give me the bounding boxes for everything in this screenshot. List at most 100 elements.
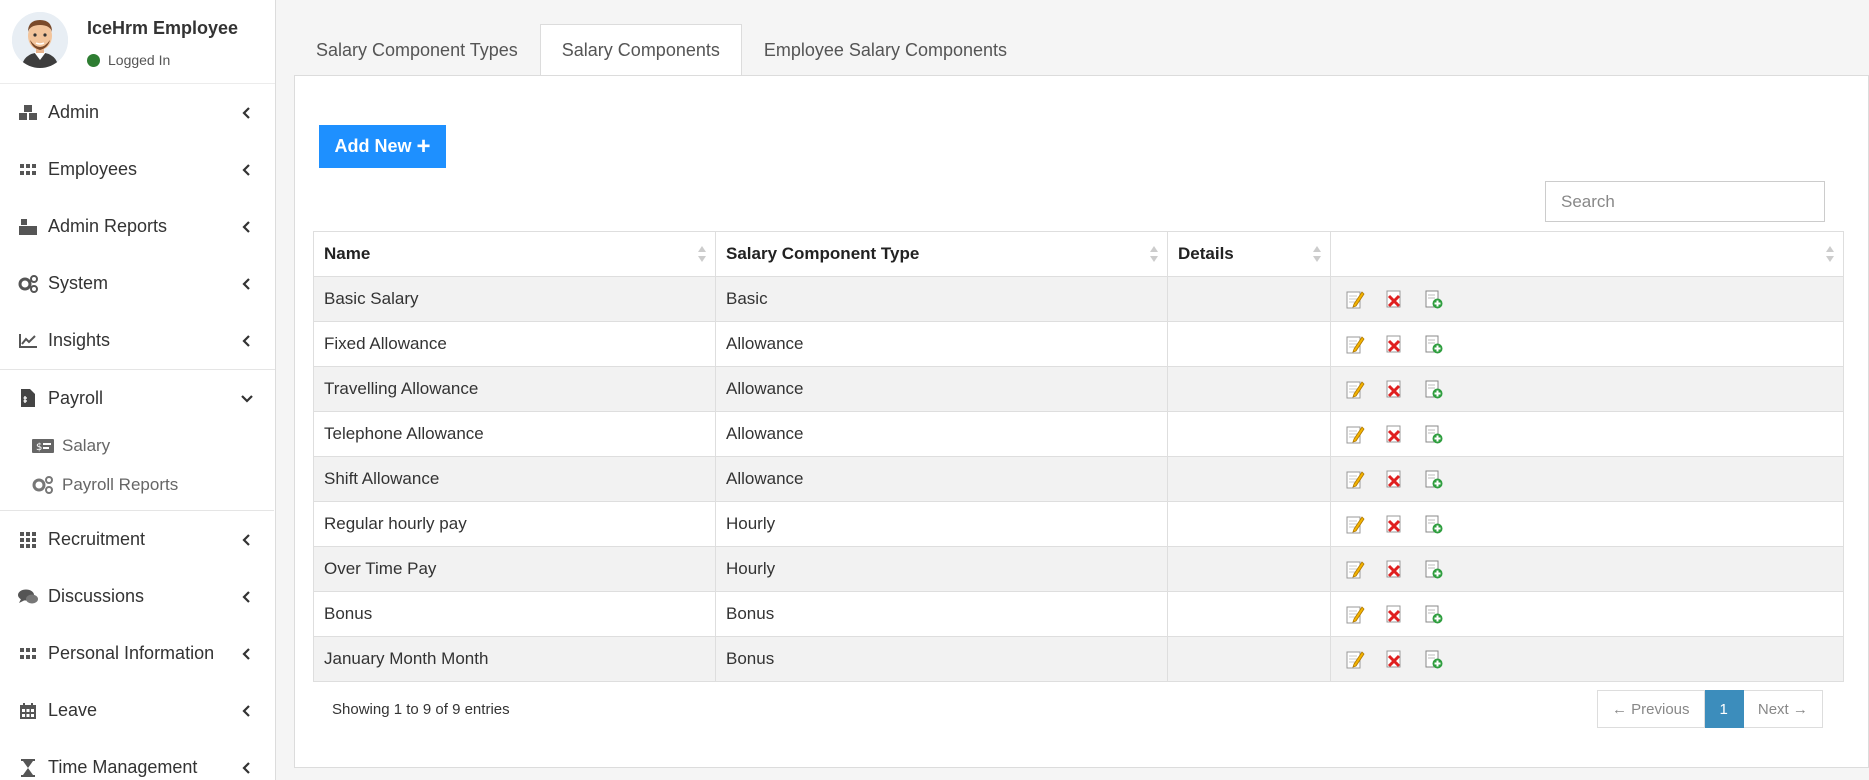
- cell-actions: [1330, 591, 1844, 637]
- delete-icon[interactable]: [1384, 379, 1404, 399]
- table-row[interactable]: Telephone Allowance Allowance: [313, 411, 1844, 457]
- sidebar-subitem-salary[interactable]: $ Salary: [0, 426, 274, 465]
- tab-salary-component-types[interactable]: Salary Component Types: [294, 24, 540, 76]
- copy-icon[interactable]: [1423, 334, 1443, 354]
- user-panel: IceHrm Employee Logged In: [0, 0, 275, 84]
- chevron-down-icon: [241, 395, 253, 403]
- edit-icon[interactable]: [1345, 379, 1365, 399]
- edit-icon[interactable]: [1345, 424, 1365, 444]
- delete-icon[interactable]: [1384, 604, 1404, 624]
- tab-salary-components[interactable]: Salary Components: [539, 24, 742, 76]
- tab-employee-salary-components[interactable]: Employee Salary Components: [742, 24, 1029, 76]
- copy-icon[interactable]: [1423, 559, 1443, 579]
- column-header-name[interactable]: Name: [313, 231, 716, 277]
- row-actions: [1341, 424, 1833, 444]
- edit-icon[interactable]: [1345, 649, 1365, 669]
- sidebar-item-admin-reports[interactable]: Admin Reports: [0, 198, 275, 255]
- sidebar-item-label: Personal Information: [48, 643, 215, 663]
- sidebar-item-label: Payroll: [48, 387, 104, 408]
- sidebar-item-insights[interactable]: Insights: [0, 312, 275, 369]
- table-row[interactable]: Fixed Allowance Allowance: [313, 321, 1844, 367]
- cell-details: [1167, 501, 1331, 547]
- table-row[interactable]: Basic Salary Basic: [313, 276, 1844, 322]
- add-new-button[interactable]: Add New +: [319, 125, 446, 168]
- chevron-left-icon: [242, 533, 250, 546]
- edit-icon[interactable]: [1345, 514, 1365, 534]
- comments-icon: [18, 587, 38, 607]
- payroll-submenu: $ Salary Payroll Reports: [0, 426, 274, 511]
- table-info: Showing 1 to 9 of 9 entries: [332, 701, 510, 718]
- edit-icon[interactable]: [1345, 559, 1365, 579]
- cell-type: Basic: [715, 276, 1168, 322]
- sidebar-item-time-management[interactable]: Time Management: [0, 739, 275, 780]
- delete-icon[interactable]: [1384, 334, 1404, 354]
- pagination-next[interactable]: Next →: [1743, 690, 1823, 728]
- search-input[interactable]: [1545, 181, 1825, 222]
- sidebar-item-discussions[interactable]: Discussions: [0, 568, 275, 625]
- cell-name: Basic Salary: [313, 276, 716, 322]
- table-row[interactable]: Regular hourly pay Hourly: [313, 501, 1844, 547]
- edit-icon[interactable]: [1345, 469, 1365, 489]
- login-status: Logged In: [87, 52, 170, 68]
- chevron-left-icon: [242, 704, 250, 717]
- copy-icon[interactable]: [1423, 649, 1443, 669]
- column-header-details[interactable]: Details: [1167, 231, 1331, 277]
- table-row[interactable]: Shift Allowance Allowance: [313, 456, 1844, 502]
- edit-icon[interactable]: [1345, 289, 1365, 309]
- copy-icon[interactable]: [1423, 469, 1443, 489]
- sidebar-item-system[interactable]: System: [0, 255, 275, 312]
- row-actions: [1341, 334, 1833, 354]
- sidebar-item-payroll[interactable]: Payroll: [0, 369, 275, 426]
- sort-icon: [1826, 246, 1834, 262]
- copy-icon[interactable]: [1423, 424, 1443, 444]
- cell-details: [1167, 546, 1331, 592]
- table-row[interactable]: Over Time Pay Hourly: [313, 546, 1844, 592]
- sidebar-item-label: Insights: [48, 330, 111, 350]
- delete-icon[interactable]: [1384, 289, 1404, 309]
- pagination-page-1[interactable]: 1: [1704, 690, 1744, 728]
- cell-details: [1167, 591, 1331, 637]
- delete-icon[interactable]: [1384, 559, 1404, 579]
- delete-icon[interactable]: [1384, 469, 1404, 489]
- avatar: [12, 12, 68, 68]
- sidebar-item-admin[interactable]: Admin: [0, 84, 275, 141]
- copy-icon[interactable]: [1423, 379, 1443, 399]
- table-row[interactable]: January Month Month Bonus: [313, 636, 1844, 682]
- grid-icon: [18, 644, 38, 664]
- edit-icon[interactable]: [1345, 334, 1365, 354]
- cell-details: [1167, 366, 1331, 412]
- delete-icon[interactable]: [1384, 424, 1404, 444]
- cell-name: Regular hourly pay: [313, 501, 716, 547]
- sidebar-item-recruitment[interactable]: Recruitment: [0, 511, 275, 568]
- sidebar-item-employees[interactable]: Employees: [0, 141, 275, 198]
- copy-icon[interactable]: [1423, 604, 1443, 624]
- delete-icon[interactable]: [1384, 514, 1404, 534]
- sidebar-item-personal-information[interactable]: Personal Information: [0, 625, 275, 682]
- cell-actions: [1330, 636, 1844, 682]
- cell-type: Bonus: [715, 636, 1168, 682]
- sidebar-item-leave[interactable]: Leave: [0, 682, 275, 739]
- cell-actions: [1330, 501, 1844, 547]
- svg-text:$: $: [36, 442, 42, 453]
- cell-type: Bonus: [715, 591, 1168, 637]
- sidebar-item-label: Admin: [48, 102, 100, 122]
- sidebar-menu: Admin Employees Admin Reports System Ins…: [0, 84, 275, 426]
- pagination: ← Previous 1 Next →: [1597, 690, 1823, 728]
- delete-icon[interactable]: [1384, 649, 1404, 669]
- row-actions: [1341, 514, 1833, 534]
- sort-icon: [698, 246, 706, 262]
- user-name: IceHrm Employee: [87, 18, 239, 38]
- column-header-type[interactable]: Salary Component Type: [715, 231, 1168, 277]
- edit-icon[interactable]: [1345, 604, 1365, 624]
- copy-icon[interactable]: [1423, 289, 1443, 309]
- copy-icon[interactable]: [1423, 514, 1443, 534]
- table-row[interactable]: Bonus Bonus: [313, 591, 1844, 637]
- pagination-previous[interactable]: ← Previous: [1597, 690, 1705, 728]
- table-row[interactable]: Travelling Allowance Allowance: [313, 366, 1844, 412]
- cell-details: [1167, 456, 1331, 502]
- calendar-icon: [18, 701, 38, 721]
- cell-name: Bonus: [313, 591, 716, 637]
- sidebar-subitem-payroll-reports[interactable]: Payroll Reports: [0, 465, 274, 504]
- column-header-actions[interactable]: [1330, 231, 1844, 277]
- salary-components-table: Name Salary Component Type Details Basic…: [313, 231, 1844, 682]
